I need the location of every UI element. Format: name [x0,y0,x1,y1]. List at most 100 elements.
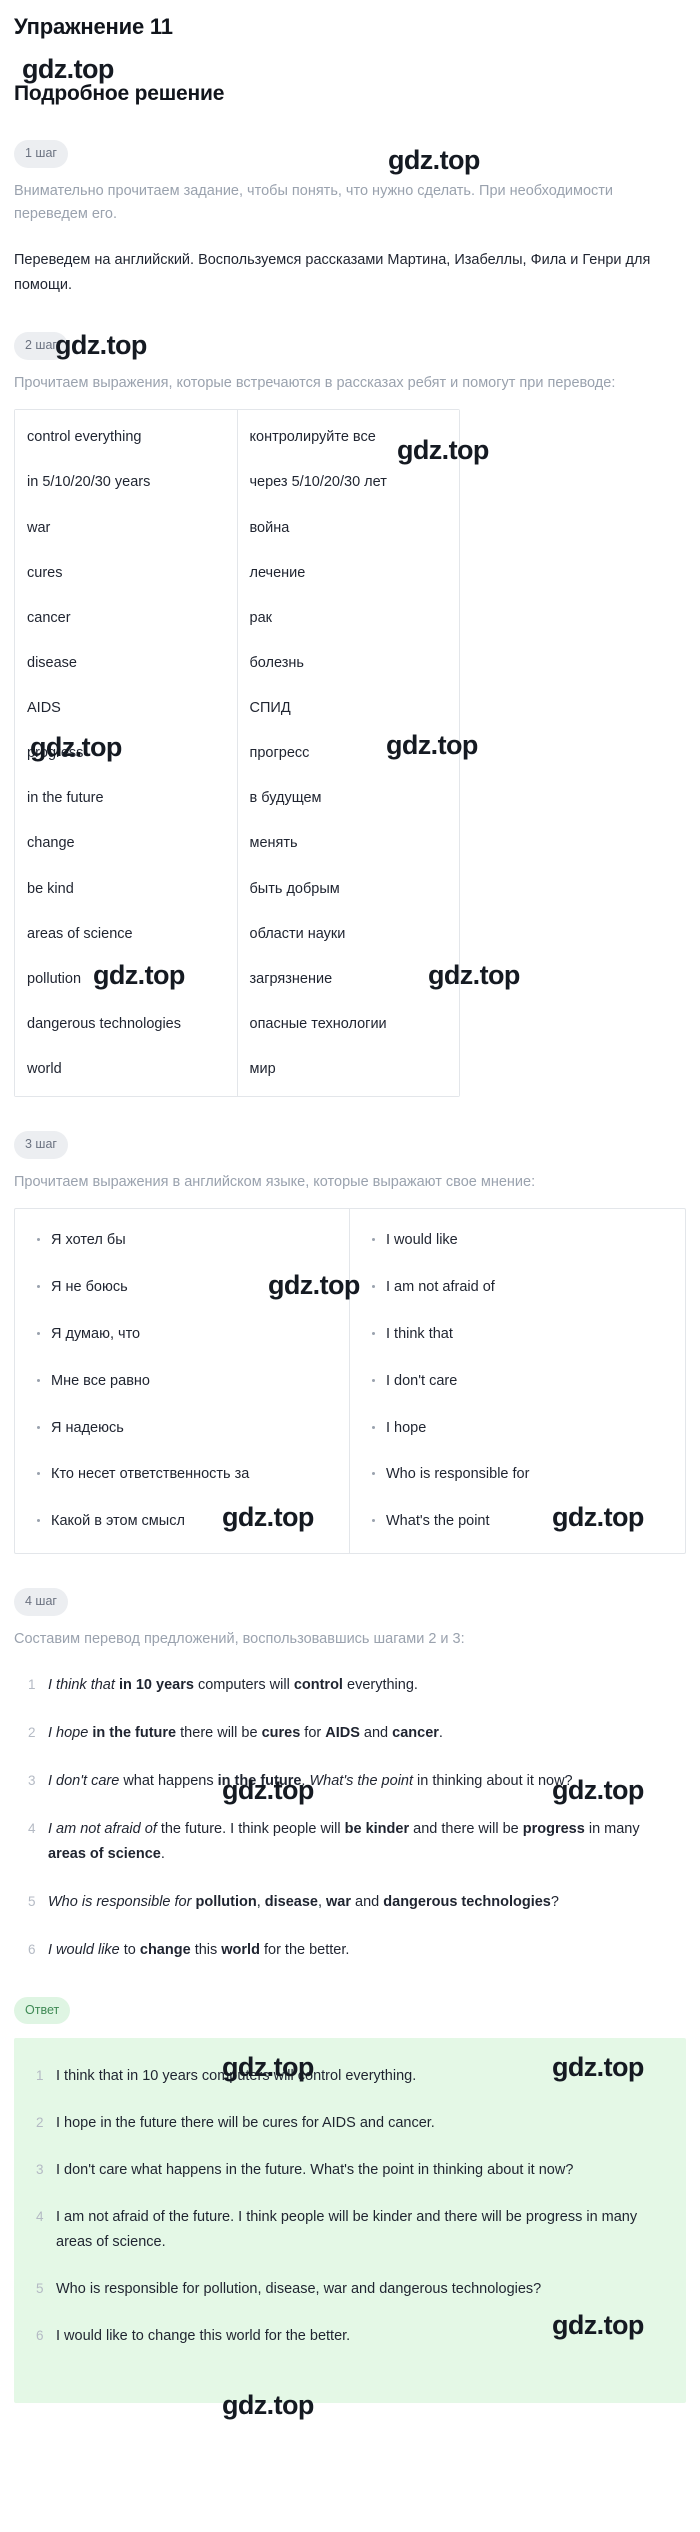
sentence-fragment: I hope [48,1725,93,1742]
vocab-russian-cell: менять [237,820,459,866]
opinion-item-russian: Я думаю, что [25,1325,339,1344]
sentence-fragment: in the future [92,1725,181,1742]
vocab-russian-cell: прогресс [237,730,459,776]
sentence-fragment: in many [588,1820,640,1837]
step-2-badge-row: 2 шаг [0,332,700,360]
sentence-fragment: what happens [123,1772,218,1789]
vocab-english-cell: cures [15,549,238,595]
opinion-item-russian: Я надеюсь [25,1419,339,1438]
answer-sentence: I don't care what happens in the future.… [36,2158,574,2181]
translation-sentence: I hope in the future there will be cures… [14,1721,686,1746]
table-row: world мир [15,1046,459,1097]
vocab-english-cell: dangerous technologies [15,1000,238,1047]
step-badge-4: 4 шаг [14,1588,68,1616]
sentence-fragment: . [438,1725,443,1742]
opinion-item-english: Who is responsible for [360,1465,675,1484]
table-row: war война [15,504,459,550]
opinion-item-russian: Я не боюсь [25,1278,339,1297]
translation-sentence-list: I think that in 10 years computers will … [14,1673,686,1963]
translation-sentence: I am not afraid of the future. I think p… [14,1817,686,1867]
sentence-fragment: AIDS [325,1725,364,1742]
sentence-fragment: I would like [48,1941,124,1958]
sentence-fragment: war [326,1893,356,1910]
sentence-fragment: there will be [180,1725,262,1742]
vocab-russian-cell: области науки [237,910,459,956]
sentence-fragment: to [123,1941,140,1958]
vocabulary-table: control everything контролируйте все in 5/… [15,410,459,1097]
opinion-item-russian: Какой в этом смысл [25,1512,339,1531]
sentence-fragment: What's the point [309,1772,418,1789]
sentence-fragment: and [363,1725,393,1742]
sentence-fragment: in thinking about it now? [417,1772,573,1789]
table-row: in the future в будущем [15,775,459,821]
table-row: control everything контролируйте все [15,410,459,460]
answer-sentence: I think that in 10 years computers will … [36,2064,417,2087]
opinion-item-english: I think that [360,1325,675,1344]
vocab-english-cell: in 5/10/20/30 years [15,459,238,505]
vocabulary-table-wrapper: control everything контролируйте все in 5/… [14,409,686,1098]
vocab-russian-cell: мир [237,1046,459,1097]
vocab-russian-cell: война [237,504,459,550]
answer-badge-row: Ответ [0,1996,700,2025]
vocab-english-cell: areas of science [15,910,238,956]
vocab-english-cell: progress [15,730,238,776]
vocab-russian-cell: контролируйте все [237,410,459,460]
opinion-column-english: I would like I am not afraid of I think th… [350,1209,685,1553]
step-badge-1: 1 шаг [14,140,68,168]
sentence-fragment: . [160,1845,165,1862]
opinion-item-russian: Кто несет ответственность за [25,1465,339,1484]
opinion-item-russian: Я хотел бы [25,1231,339,1250]
opinion-item-russian: Мне все равно [25,1372,339,1391]
sentence-fragment: , [256,1893,265,1910]
page-title: Упражнение 11 [14,14,173,39]
sentence-fragment: for [304,1725,326,1742]
opinion-phrases-table: Я хотел бы Я не боюсь Я думаю, что Мне все … [14,1208,686,1555]
vocab-russian-cell: в будущем [237,775,459,821]
sentence-fragment: this [194,1941,222,1958]
step-badge-2: 2 шаг [14,332,68,360]
sentence-fragment: in 10 years [118,1677,198,1694]
sentence-fragment: computers will [197,1677,294,1694]
sentence-fragment: be kinder [344,1820,414,1837]
vocab-english-cell: world [15,1046,238,1097]
sentence-fragment: progress [522,1820,589,1837]
vocab-russian-cell: лечение [237,549,459,595]
vocab-english-cell: be kind [15,865,238,911]
translation-sentence: I would like to change this world for th… [14,1938,686,1963]
answer-sentence: Who is responsible for pollution, diseas… [36,2277,542,2300]
vocab-russian-cell: опасные технологии [237,1000,459,1047]
vocab-english-cell: war [15,504,238,550]
step-1-badge-row: 1 шаг [0,140,700,168]
sentence-fragment: , [317,1893,327,1910]
vocab-english-cell: control everything [15,410,238,460]
sentence-fragment: I am not afraid of [48,1820,161,1837]
sentence-fragment: everything. [347,1677,418,1694]
vocab-english-cell: disease [15,639,238,686]
answer-block: I think that in 10 years computers will … [14,2038,686,2403]
vocabulary-table-box: control everything контролируйте все in 5/… [14,409,460,1098]
sentence-fragment: the future. I think people will [160,1820,345,1837]
answer-sentence: I would like to change this world for th… [36,2324,351,2347]
table-row: cures лечение [15,549,459,595]
opinion-column-russian: Я хотел бы Я не боюсь Я думаю, что Мне все … [15,1209,350,1554]
step-3-intro: Прочитаем выражения в английском языке, … [14,1173,536,1190]
sentence-fragment: for the better. [263,1941,350,1958]
opinion-item-english: I hope [360,1419,675,1438]
vocab-english-cell: in the future [15,775,238,821]
sentence-fragment: pollution [195,1893,257,1910]
table-row: dangerous technologies опасные технологии [15,1000,459,1047]
sentence-fragment: Who is responsible for [48,1893,196,1910]
sentence-fragment: areas of science [48,1845,161,1862]
watermark: gdz.top [22,54,114,84]
vocab-russian-cell: загрязнение [237,955,459,1001]
translation-sentence: Who is responsible for pollution, diseas… [14,1890,686,1915]
answer-sentence-list: I think that in 10 years computers will … [20,2064,680,2349]
sentence-fragment: cancer [392,1725,439,1742]
sentence-fragment: world [221,1941,264,1958]
step-1-intro: Внимательно прочитаем задание, чтобы пон… [14,182,614,222]
